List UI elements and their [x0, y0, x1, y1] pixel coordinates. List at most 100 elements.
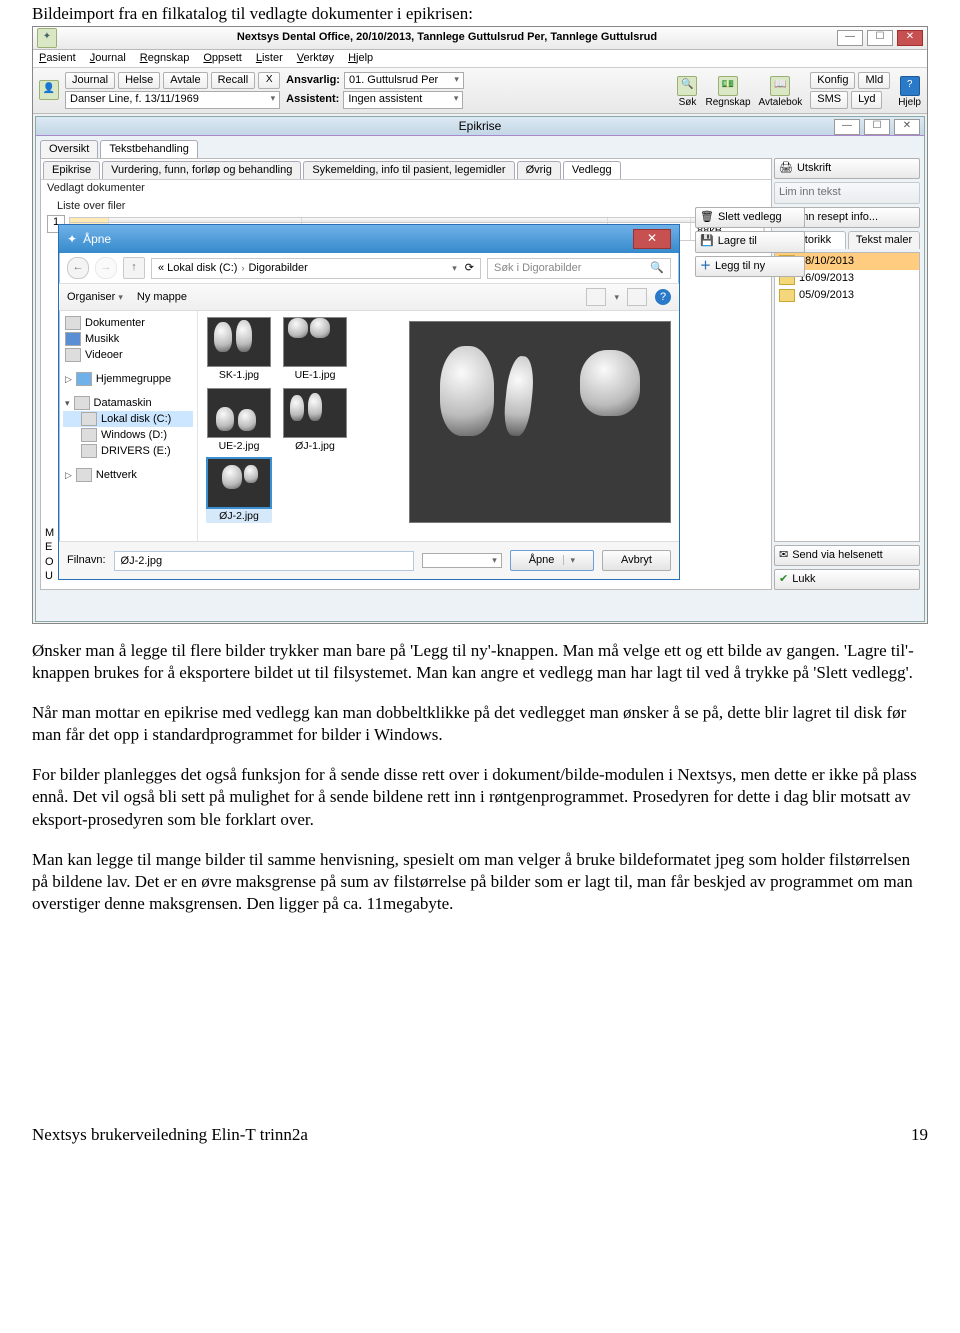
dialog-close-button[interactable]: ✕ — [633, 229, 671, 249]
menu-verktoy[interactable]: Verktøy — [297, 52, 334, 65]
sub-minimize[interactable]: — — [834, 119, 860, 135]
side-item-lokal-disk-c[interactable]: Lokal disk (C:) — [63, 411, 193, 427]
tb-helse[interactable]: Helse — [118, 72, 160, 89]
doc-heading: Bildeimport fra en filkatalog til vedlag… — [32, 4, 928, 24]
dialog-open-button[interactable]: Åpne ▾ — [510, 550, 594, 571]
dialog-title-text: Åpne — [83, 232, 111, 246]
itab-ovrig[interactable]: Øvrig — [517, 161, 561, 179]
refresh-icon[interactable]: ⟳ — [465, 262, 474, 275]
dialog-toolbar: Organiser ▾ Ny mappe ▾ ? — [59, 284, 679, 311]
menu-oppsett[interactable]: Oppsett — [203, 52, 242, 65]
tab-oversikt[interactable]: Oversikt — [40, 140, 98, 158]
filetype-combo[interactable]: ▾ — [422, 553, 502, 568]
mail-icon: ✉ — [779, 549, 788, 562]
window-maximize[interactable]: ☐ — [867, 30, 893, 46]
side-item-windows-d[interactable]: Windows (D:) — [63, 427, 193, 443]
trash-icon: 🗑 — [700, 211, 714, 224]
app-toolbar: 👤 Journal Helse Avtale Recall X Danser L… — [33, 68, 927, 113]
tb-sok[interactable]: 🔍Søk — [677, 76, 697, 109]
side-item-hjemmegruppe[interactable]: ▷Hjemmegruppe — [63, 371, 193, 387]
dialog-footer: Filnavn: ▾ Åpne ▾ Avbryt — [59, 541, 679, 579]
label-vedlagt-dokumenter: Vedlagt dokumenter — [41, 180, 771, 197]
dialog-help-button[interactable]: ? — [655, 289, 671, 305]
label-liste-over-filer: Liste over filer — [41, 198, 771, 215]
sub-maximize[interactable]: ☐ — [864, 119, 890, 135]
menu-regnskap[interactable]: Regnskap — [140, 52, 190, 65]
btn-utskrift[interactable]: 🖨Utskrift — [774, 158, 920, 179]
tb-journal[interactable]: Journal — [65, 72, 115, 89]
btn-lim-inn-tekst[interactable]: Lim inn tekst — [774, 182, 920, 203]
nav-forward-button[interactable]: → — [95, 257, 117, 279]
patient-combo[interactable]: Danser Line, f. 13/11/1969▾ — [65, 91, 280, 108]
side-item-dokumenter[interactable]: Dokumenter — [63, 315, 193, 331]
view-mode-button[interactable] — [586, 288, 606, 306]
file-open-dialog: ✦ Åpne ✕ ← → ↑ « Lokal disk (C:) › Digor… — [58, 224, 680, 580]
vedlegg-side-buttons: 🗑Slett vedlegg 💾Lagre til ＋Legg til ny — [695, 207, 805, 277]
history-list: 18/10/2013 16/09/2013 05/09/2013 — [774, 252, 920, 542]
file-thumb-selected[interactable]: ØJ-2.jpg — [206, 458, 272, 523]
dialog-cancel-button[interactable]: Avbryt — [602, 550, 671, 571]
tb-hjelp[interactable]: ?Hjelp — [898, 76, 921, 109]
menu-pasient[interactable]: Pasient — [39, 52, 76, 65]
btn-lagre-til[interactable]: 💾Lagre til — [695, 231, 805, 252]
footer-left: Nextsys brukerveiledning Elin-T trinn2a — [32, 1125, 308, 1145]
tb-konfig[interactable]: Konfig — [810, 72, 855, 89]
tb-sms[interactable]: SMS — [810, 91, 848, 108]
file-thumb[interactable]: UE-2.jpg — [206, 388, 272, 453]
side-item-drivers-e[interactable]: DRIVERS (E:) — [63, 443, 193, 459]
tb-avtale[interactable]: Avtale — [163, 72, 207, 89]
tb-regnskap[interactable]: 💵Regnskap — [705, 76, 750, 109]
tb-mld[interactable]: Mld — [858, 72, 890, 89]
paragraph-3: For bilder planlegges det også funksjon … — [32, 764, 928, 830]
menu-hjelp[interactable]: Hjelp — [348, 52, 373, 65]
dialog-titlebar: ✦ Åpne ✕ — [59, 225, 679, 253]
btn-legg-til-ny[interactable]: ＋Legg til ny — [695, 256, 805, 277]
side-item-datamaskin[interactable]: ▾Datamaskin — [63, 395, 193, 411]
ansvarlig-combo[interactable]: 01. Guttulsrud Per▾ — [344, 72, 464, 89]
breadcrumb-path[interactable]: « Lokal disk (C:) › Digorabilder ▾ ⟳ — [151, 258, 481, 279]
nav-up-button[interactable]: ↑ — [123, 257, 145, 279]
sub-close[interactable]: ✕ — [894, 119, 920, 135]
organiser-menu[interactable]: Organiser ▾ — [67, 291, 123, 304]
itab-epikrise[interactable]: Epikrise — [43, 161, 100, 179]
side-item-nettverk[interactable]: ▷Nettverk — [63, 467, 193, 483]
nav-back-button[interactable]: ← — [67, 257, 89, 279]
assistent-label: Assistent: — [286, 93, 339, 106]
window-close[interactable]: ✕ — [897, 30, 923, 46]
menu-lister[interactable]: Lister — [256, 52, 283, 65]
app-icon: ✦ — [37, 28, 57, 48]
app-screenshot: ✦ Nextsys Dental Office, 20/10/2013, Tan… — [32, 26, 928, 624]
tb-lyd[interactable]: Lyd — [851, 91, 882, 108]
btn-slett-vedlegg[interactable]: 🗑Slett vedlegg — [695, 207, 805, 228]
menu-journal[interactable]: Journal — [90, 52, 126, 65]
file-thumb[interactable]: SK-1.jpg — [206, 317, 272, 382]
plus-icon: ＋ — [700, 260, 711, 273]
file-thumb[interactable]: ØJ-1.jpg — [282, 388, 348, 453]
tb-recall[interactable]: Recall — [211, 72, 256, 89]
side-item-musikk[interactable]: Musikk — [63, 331, 193, 347]
tb-avtalebok[interactable]: 📖Avtalebok — [759, 76, 803, 109]
window-minimize[interactable]: — — [837, 30, 863, 46]
itab-sykemelding[interactable]: Sykemelding, info til pasient, legemidle… — [303, 161, 514, 179]
printer-icon: 🖨 — [779, 162, 793, 175]
history-item[interactable]: 05/09/2013 — [775, 287, 919, 304]
epikrise-titlebar: Epikrise — ☐ ✕ — [36, 117, 924, 136]
tab-tekstbehandling[interactable]: Tekstbehandling — [100, 140, 198, 158]
btn-lukk[interactable]: ✔Lukk — [774, 569, 920, 590]
save-icon: 💾 — [700, 235, 714, 248]
ansvarlig-label: Ansvarlig: — [286, 74, 340, 87]
dialog-search-input[interactable]: Søk i Digorabilder 🔍 — [487, 258, 671, 279]
side-item-videoer[interactable]: Videoer — [63, 347, 193, 363]
filnavn-input[interactable] — [114, 551, 414, 571]
file-thumb[interactable]: UE-1.jpg — [282, 317, 348, 382]
dialog-sidebar: Dokumenter Musikk Videoer ▷Hjemmegruppe … — [59, 311, 198, 541]
folder-icon — [779, 289, 795, 302]
itab-vedlegg[interactable]: Vedlegg — [563, 161, 621, 179]
assistent-combo[interactable]: Ingen assistent▾ — [343, 91, 463, 108]
preview-pane-button[interactable] — [627, 288, 647, 306]
ny-mappe-button[interactable]: Ny mappe — [137, 291, 187, 304]
btn-send-helsenett[interactable]: ✉Send via helsenett — [774, 545, 920, 566]
rtab-tekstmaler[interactable]: Tekst maler — [848, 231, 920, 249]
tb-close-x[interactable]: X — [258, 72, 280, 89]
itab-vurdering[interactable]: Vurdering, funn, forløp og behandling — [102, 161, 301, 179]
